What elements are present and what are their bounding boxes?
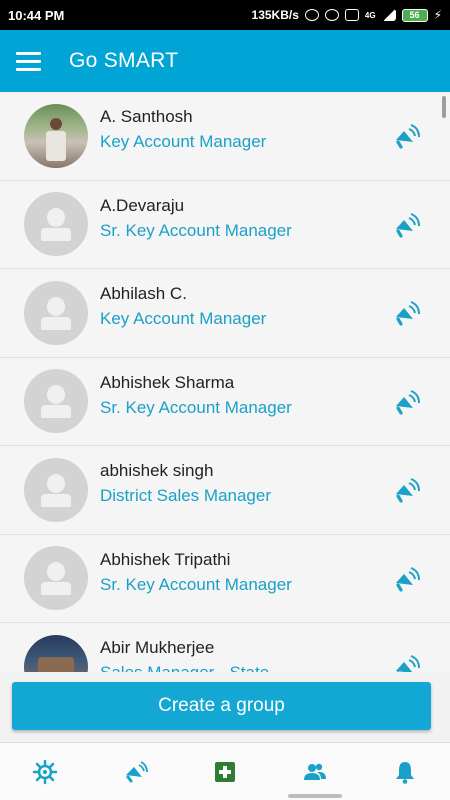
- avatar-placeholder-icon: [24, 280, 88, 345]
- contact-name: Abir Mukherjee: [100, 638, 215, 657]
- contacts-icon: [304, 763, 326, 780]
- contact-role: District Sales Manager: [100, 486, 272, 505]
- hamburger-menu-icon[interactable]: [0, 30, 56, 92]
- status-time: 10:44 PM: [8, 7, 65, 23]
- contact-name: Abhilash C.: [100, 284, 187, 303]
- contact-role: Key Account Manager: [100, 132, 267, 151]
- contact-text: Abhilash C. Key Account Manager: [100, 283, 266, 330]
- contact-name: A.Devaraju: [100, 195, 185, 215]
- bell-icon: [396, 761, 414, 784]
- avatar: [24, 103, 88, 168]
- contact-name: abhishek singh: [100, 461, 214, 480]
- contact-role: Key Account Manager: [100, 309, 267, 328]
- avatar-placeholder-icon: [24, 457, 88, 522]
- status-bar: 10:44 PM 135KB/s 4G 56 ⚡: [0, 0, 450, 30]
- contact-row[interactable]: abhishek singh District Sales Manager: [0, 446, 450, 535]
- megaphone-icon: [126, 760, 148, 782]
- contact-name: A. Santhosh: [100, 107, 193, 126]
- megaphone-icon[interactable]: [392, 122, 420, 150]
- contact-row[interactable]: Abhishek Tripathi Sr. Key Account Manage…: [0, 534, 450, 623]
- contact-name: Abhishek Tripathi: [100, 549, 231, 569]
- contact-list[interactable]: A. Santhosh Key Account Manager A.Devara…: [0, 92, 450, 672]
- contact-role: Sr. Key Account Manager: [100, 574, 292, 594]
- settings-wheel-icon: [32, 759, 58, 784]
- app-title: Go SMART: [69, 49, 179, 72]
- contact-text: Abhishek Tripathi Sr. Key Account Manage…: [100, 549, 292, 596]
- bottom-navigation: [0, 742, 450, 800]
- megaphone-icon[interactable]: [392, 388, 420, 416]
- nav-contacts[interactable]: [270, 743, 360, 800]
- contact-text: abhishek singh District Sales Manager: [100, 460, 271, 507]
- headphones-icon: [304, 9, 319, 21]
- contact-row[interactable]: A. Santhosh Key Account Manager: [0, 92, 450, 181]
- contact-role: Sales Manager - State: [100, 662, 269, 672]
- network-type: 4G: [364, 10, 376, 20]
- megaphone-icon[interactable]: [392, 299, 420, 327]
- megaphone-icon[interactable]: [392, 211, 420, 239]
- create-group-button[interactable]: Create a group: [12, 682, 431, 730]
- contact-role: Sr. Key Account Manager: [100, 220, 292, 240]
- megaphone-icon[interactable]: [392, 476, 420, 504]
- alarm-icon: [324, 9, 339, 21]
- status-indicators: 135KB/s 4G 56 ⚡: [252, 8, 442, 22]
- contact-row[interactable]: Abhishek Sharma Sr. Key Account Manager: [0, 357, 450, 446]
- avatar-placeholder-icon: [24, 546, 88, 611]
- volte-icon: [344, 9, 359, 21]
- contact-row[interactable]: Abhilash C. Key Account Manager: [0, 269, 450, 358]
- app-screen: 10:44 PM 135KB/s 4G 56 ⚡ Go SMART A. San…: [0, 0, 450, 800]
- contact-text: Abir Mukherjee Sales Manager - State: [100, 637, 269, 672]
- contact-text: A.Devaraju Sr. Key Account Manager: [100, 195, 292, 242]
- nav-broadcast[interactable]: [90, 743, 180, 800]
- avatar-placeholder-icon: [24, 192, 88, 257]
- nav-add[interactable]: [180, 743, 270, 800]
- contact-text: A. Santhosh Key Account Manager: [100, 106, 266, 153]
- contact-name: Abhishek Sharma: [100, 372, 235, 392]
- network-speed: 135KB/s: [251, 8, 299, 22]
- scrollbar-thumb[interactable]: [442, 96, 446, 118]
- contact-role: Sr. Key Account Manager: [100, 397, 292, 417]
- nav-settings-wheel[interactable]: [0, 743, 90, 800]
- nav-notifications[interactable]: [360, 743, 450, 800]
- home-indicator: [288, 794, 342, 798]
- create-group-area: Create a group: [0, 672, 450, 742]
- battery-icon: 56: [401, 8, 428, 22]
- contact-row[interactable]: A.Devaraju Sr. Key Account Manager: [0, 180, 450, 269]
- avatar-placeholder-icon: [24, 369, 88, 434]
- contact-row[interactable]: Abir Mukherjee Sales Manager - State: [0, 623, 450, 672]
- charging-icon: ⚡: [433, 8, 442, 22]
- app-bar: Go SMART: [0, 30, 450, 92]
- megaphone-icon[interactable]: [392, 653, 420, 672]
- contact-text: Abhishek Sharma Sr. Key Account Manager: [100, 372, 292, 419]
- megaphone-icon[interactable]: [392, 565, 420, 593]
- signal-icon: [381, 9, 396, 21]
- add-square-icon: [215, 761, 235, 782]
- avatar: [24, 634, 88, 672]
